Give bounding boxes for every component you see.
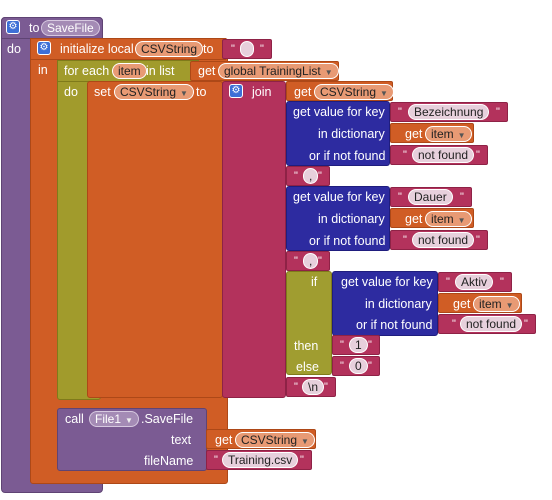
join-block[interactable] [222, 81, 286, 398]
local-var-name-field[interactable]: CSVString [135, 41, 204, 57]
init-in-label: in [38, 63, 48, 77]
else-label: else [296, 360, 319, 374]
open-quote: " [403, 234, 407, 246]
open-quote: " [294, 255, 298, 267]
in-dictionary-label: in dictionary [365, 297, 432, 311]
close-quote: " [476, 234, 480, 246]
procedure-name-field[interactable]: SaveFile [41, 20, 100, 36]
key-text-field[interactable]: Dauer [408, 189, 453, 205]
csvstring-dropdown[interactable]: CSVString ▼ [314, 84, 394, 100]
if-label: if [311, 275, 318, 289]
get-label: get [405, 127, 423, 141]
in-dictionary-label: in dictionary [318, 127, 385, 141]
open-quote: " [398, 106, 402, 118]
newline-text-field[interactable]: \n [302, 379, 325, 395]
join-label: join [252, 85, 272, 99]
get-value-for-key-label: get value for key [293, 190, 385, 204]
csvstring-dropdown[interactable]: CSVString ▼ [235, 432, 315, 448]
item-dropdown[interactable]: item ▼ [425, 211, 472, 227]
close-quote: " [318, 170, 322, 182]
close-quote: " [500, 276, 504, 288]
mutator-gear-icon[interactable]: ⚙ [6, 20, 20, 34]
then-text-field[interactable]: 1 [349, 337, 368, 353]
open-quote: " [452, 318, 456, 330]
get-value-for-key-label: get value for key [341, 275, 433, 289]
close-quote: " [318, 255, 322, 267]
for-each-label: for each [64, 64, 110, 78]
open-quote: " [340, 339, 344, 351]
in-list-label: in list [146, 64, 175, 78]
open-quote: " [398, 191, 402, 203]
proc-to-label: to [29, 21, 40, 35]
set-var-dropdown[interactable]: CSVString ▼ [114, 84, 194, 100]
item-dropdown[interactable]: item ▼ [473, 296, 520, 312]
get-value-for-key-label: get value for key [293, 105, 385, 119]
open-quote: " [231, 43, 235, 55]
method-label: .SaveFile [141, 412, 194, 426]
close-quote: " [476, 149, 480, 161]
filename-param-label: fileName [144, 454, 194, 468]
then-label: then [294, 339, 319, 353]
close-quote: " [368, 360, 372, 372]
or-if-not-found-label: or if not found [309, 149, 386, 163]
close-quote: " [524, 318, 528, 330]
loop-do-label: do [64, 85, 78, 99]
init-to-label: to [203, 42, 214, 56]
close-quote: " [300, 454, 304, 466]
get-label: get [405, 212, 423, 226]
open-quote: " [403, 149, 407, 161]
in-dictionary-label: in dictionary [318, 212, 385, 226]
get-label: get [294, 85, 312, 99]
local-mutator-gear-icon[interactable]: ⚙ [37, 41, 51, 55]
component-dropdown[interactable]: File1 ▼ [89, 411, 139, 427]
global-list-dropdown[interactable]: global TrainingList ▼ [218, 63, 339, 79]
not-found-text-field[interactable]: not found [412, 147, 475, 163]
open-quote: " [294, 381, 298, 393]
not-found-text-field[interactable]: not found [460, 316, 523, 332]
call-label: call [65, 412, 84, 426]
close-quote: " [260, 43, 264, 55]
close-quote: " [368, 339, 372, 351]
set-block[interactable] [87, 81, 223, 398]
join-mutator-gear-icon[interactable]: ⚙ [229, 84, 243, 98]
not-found-text-field[interactable]: not found [412, 232, 475, 248]
else-text-field[interactable]: 0 [349, 358, 368, 374]
key-text-field[interactable]: Bezeichnung [408, 104, 490, 120]
text-param-label: text [171, 433, 192, 447]
close-quote: " [496, 106, 500, 118]
filename-text-field[interactable]: Training.csv [222, 452, 299, 468]
open-quote: " [446, 276, 450, 288]
get-label: get [453, 297, 471, 311]
proc-do-label: do [7, 42, 21, 56]
initialize-local-label: initialize local [60, 42, 134, 56]
item-dropdown[interactable]: item ▼ [425, 126, 472, 142]
close-quote: " [460, 191, 464, 203]
key-text-field[interactable]: Aktiv [455, 274, 494, 290]
get-label: get [198, 64, 216, 78]
close-quote: " [324, 381, 328, 393]
empty-text-field[interactable] [240, 41, 254, 57]
set-to-label: to [196, 85, 207, 99]
open-quote: " [214, 454, 218, 466]
or-if-not-found-label: or if not found [309, 234, 386, 248]
or-if-not-found-label: or if not found [356, 318, 433, 332]
open-quote: " [294, 170, 298, 182]
set-label: set [94, 85, 111, 99]
get-label: get [215, 433, 233, 447]
open-quote: " [340, 360, 344, 372]
loop-var-field[interactable]: item [112, 63, 147, 79]
